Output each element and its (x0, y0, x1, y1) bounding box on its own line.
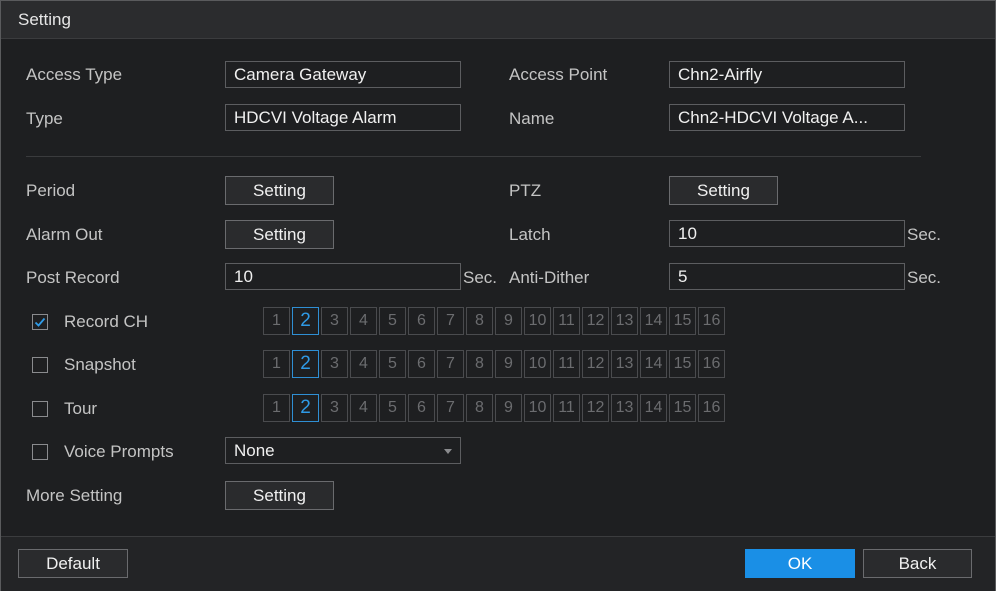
latch-unit: Sec. (907, 225, 942, 244)
post-record-unit: Sec. (463, 268, 498, 287)
tour-channel-1[interactable]: 1 (263, 394, 290, 422)
snapshot-channel-6[interactable]: 6 (408, 350, 435, 378)
snapshot-channel-13[interactable]: 13 (611, 350, 638, 378)
snapshot-channel-7[interactable]: 7 (437, 350, 464, 378)
default-button[interactable]: Default (18, 549, 128, 578)
record-channel-9[interactable]: 9 (495, 307, 522, 335)
window-title: Setting (18, 10, 71, 29)
tour-channel-11[interactable]: 11 (553, 394, 580, 422)
record-channel-2[interactable]: 2 (292, 307, 319, 335)
record-channel-1[interactable]: 1 (263, 307, 290, 335)
record-ch-checkbox[interactable] (32, 314, 48, 330)
tour-channel-4[interactable]: 4 (350, 394, 377, 422)
snapshot-channel-8[interactable]: 8 (466, 350, 493, 378)
tour-channel-7[interactable]: 7 (437, 394, 464, 422)
checkmark-icon (34, 317, 46, 327)
record-ch-label: Record CH (64, 312, 149, 331)
post-record-label: Post Record (26, 268, 120, 287)
record-channel-10[interactable]: 10 (524, 307, 551, 335)
title-bar: Setting (1, 1, 995, 39)
voice-prompts-label: Voice Prompts (64, 442, 174, 461)
record-channel-6[interactable]: 6 (408, 307, 435, 335)
voice-prompts-checkbox[interactable] (32, 444, 48, 460)
record-channel-8[interactable]: 8 (466, 307, 493, 335)
latch-input[interactable]: 10 (669, 220, 905, 247)
record-ch-channel-row: 1 2 3 4 5 6 7 8 9 10 11 12 13 14 15 16 (263, 307, 725, 335)
record-channel-7[interactable]: 7 (437, 307, 464, 335)
snapshot-checkbox[interactable] (32, 357, 48, 373)
record-channel-5[interactable]: 5 (379, 307, 406, 335)
tour-channel-5[interactable]: 5 (379, 394, 406, 422)
record-channel-11[interactable]: 11 (553, 307, 580, 335)
record-channel-13[interactable]: 13 (611, 307, 638, 335)
name-label: Name (509, 109, 555, 128)
record-channel-15[interactable]: 15 (669, 307, 696, 335)
tour-channel-15[interactable]: 15 (669, 394, 696, 422)
tour-label: Tour (64, 399, 98, 418)
tour-channel-8[interactable]: 8 (466, 394, 493, 422)
tour-channel-row: 1 2 3 4 5 6 7 8 9 10 11 12 13 14 15 16 (263, 394, 725, 422)
snapshot-channel-15[interactable]: 15 (669, 350, 696, 378)
snapshot-channel-16[interactable]: 16 (698, 350, 725, 378)
period-label: Period (26, 181, 76, 200)
access-point-field[interactable]: Chn2-Airfly (669, 61, 905, 88)
alarm-out-setting-button[interactable]: Setting (225, 220, 334, 249)
voice-prompts-select[interactable]: None (225, 437, 461, 464)
more-setting-label: More Setting (26, 486, 123, 505)
tour-channel-2[interactable]: 2 (292, 394, 319, 422)
dropdown-arrow-icon (444, 449, 452, 454)
record-channel-3[interactable]: 3 (321, 307, 348, 335)
period-setting-button[interactable]: Setting (225, 176, 334, 205)
tour-channel-14[interactable]: 14 (640, 394, 667, 422)
snapshot-channel-14[interactable]: 14 (640, 350, 667, 378)
record-channel-4[interactable]: 4 (350, 307, 377, 335)
tour-channel-16[interactable]: 16 (698, 394, 725, 422)
tour-channel-9[interactable]: 9 (495, 394, 522, 422)
back-button[interactable]: Back (863, 549, 972, 578)
snapshot-channel-10[interactable]: 10 (524, 350, 551, 378)
ok-button[interactable]: OK (745, 549, 855, 578)
post-record-input[interactable]: 10 (225, 263, 461, 290)
record-channel-12[interactable]: 12 (582, 307, 609, 335)
anti-dither-label: Anti-Dither (509, 268, 590, 287)
ptz-label: PTZ (509, 181, 542, 200)
anti-dither-unit: Sec. (907, 268, 942, 287)
tour-channel-10[interactable]: 10 (524, 394, 551, 422)
snapshot-channel-row: 1 2 3 4 5 6 7 8 9 10 11 12 13 14 15 16 (263, 350, 725, 378)
type-label: Type (26, 109, 63, 128)
access-type-label: Access Type (26, 65, 123, 84)
ptz-setting-button[interactable]: Setting (669, 176, 778, 205)
record-channel-14[interactable]: 14 (640, 307, 667, 335)
anti-dither-input[interactable]: 5 (669, 263, 905, 290)
name-field[interactable]: Chn2-HDCVI Voltage A... (669, 104, 905, 131)
snapshot-channel-9[interactable]: 9 (495, 350, 522, 378)
tour-checkbox[interactable] (32, 401, 48, 417)
snapshot-channel-5[interactable]: 5 (379, 350, 406, 378)
snapshot-channel-11[interactable]: 11 (553, 350, 580, 378)
tour-channel-13[interactable]: 13 (611, 394, 638, 422)
snapshot-channel-12[interactable]: 12 (582, 350, 609, 378)
snapshot-label: Snapshot (64, 355, 136, 374)
snapshot-channel-3[interactable]: 3 (321, 350, 348, 378)
access-point-label: Access Point (509, 65, 608, 84)
footer-bar: Default OK Back (1, 536, 995, 591)
type-field[interactable]: HDCVI Voltage Alarm (225, 104, 461, 131)
more-setting-button[interactable]: Setting (225, 481, 334, 510)
alarm-out-label: Alarm Out (26, 225, 103, 244)
snapshot-channel-1[interactable]: 1 (263, 350, 290, 378)
snapshot-channel-2[interactable]: 2 (292, 350, 319, 378)
access-type-field[interactable]: Camera Gateway (225, 61, 461, 88)
tour-channel-6[interactable]: 6 (408, 394, 435, 422)
latch-label: Latch (509, 225, 551, 244)
setting-window: Setting Access Type Camera Gateway Acces… (0, 0, 996, 591)
record-channel-16[interactable]: 16 (698, 307, 725, 335)
section-divider (26, 156, 921, 157)
snapshot-channel-4[interactable]: 4 (350, 350, 377, 378)
tour-channel-12[interactable]: 12 (582, 394, 609, 422)
voice-prompts-selected-value: None (234, 441, 275, 460)
tour-channel-3[interactable]: 3 (321, 394, 348, 422)
